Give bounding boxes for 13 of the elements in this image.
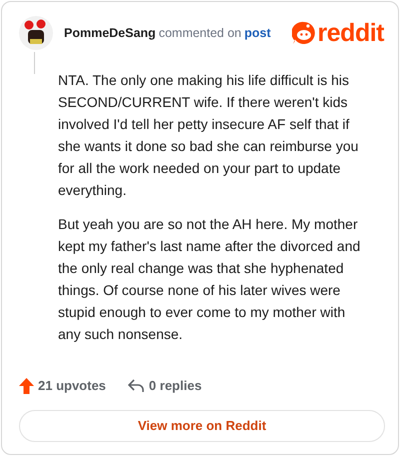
upvote-arrow-icon[interactable] bbox=[19, 378, 34, 394]
action-text: commented on bbox=[158, 24, 242, 42]
comment-paragraph: But yeah you are so not the AH here. My mother kept my father's last name after the divorced and the only real change was that she hyphenated things. Of course none of his later wives were stupid enough to ever come to my mother with any such nonsense. bbox=[58, 215, 362, 344]
view-more-button[interactable]: View more on Reddit bbox=[19, 410, 385, 442]
avatar-icon bbox=[19, 16, 53, 50]
upvotes-count: 21 upvotes bbox=[38, 377, 106, 395]
reply-arrow-icon[interactable] bbox=[128, 378, 144, 393]
comment-paragraph: NTA. The only one making his life difficult is his SECOND/CURRENT wife. If there weren't kids involved I'd tell her petty insecure AF self that if she wants it done so bad she can reimburse you for all the work needed on your part to update everything. bbox=[58, 71, 360, 200]
post-link[interactable]: post bbox=[244, 24, 271, 42]
reddit-logo-icon bbox=[292, 21, 316, 45]
replies-count: 0 replies bbox=[148, 377, 202, 395]
reddit-wordmark: reddit bbox=[318, 20, 384, 46]
author-name[interactable]: PommeDeSang bbox=[64, 24, 156, 42]
